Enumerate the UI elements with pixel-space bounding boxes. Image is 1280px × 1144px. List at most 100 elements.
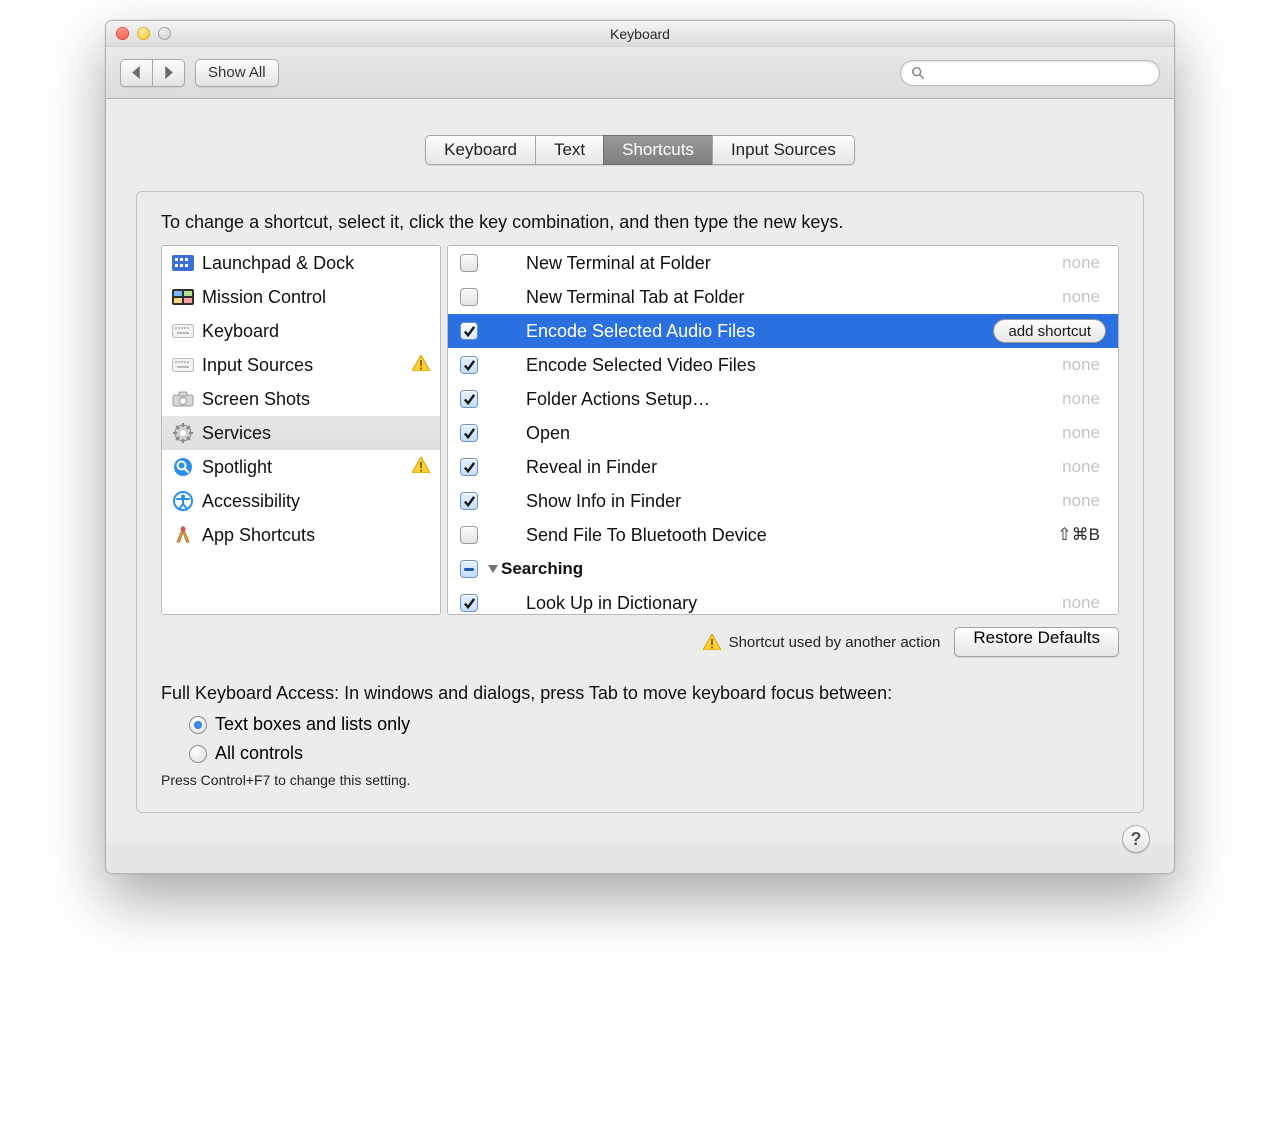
fka-hint: Press Control+F7 to change this setting. xyxy=(161,772,1119,788)
radio-label: All controls xyxy=(215,743,303,764)
tab-text[interactable]: Text xyxy=(535,135,603,165)
shortcut-label: Show Info in Finder xyxy=(488,491,1052,512)
accessibility-icon xyxy=(172,491,194,511)
category-input-sources[interactable]: Input Sources xyxy=(162,348,440,382)
category-services[interactable]: Services xyxy=(162,416,440,450)
fka-label: Full Keyboard Access: In windows and dia… xyxy=(161,683,1119,704)
shortcut-item-encode-selected-video-files[interactable]: Encode Selected Video Files none xyxy=(448,348,1118,382)
category-label: App Shortcuts xyxy=(202,525,315,546)
shortcut-item-open[interactable]: Opennone xyxy=(448,416,1118,450)
category-accessibility[interactable]: Accessibility xyxy=(162,484,440,518)
category-screen-shots[interactable]: Screen Shots xyxy=(162,382,440,416)
shortcut-value: none xyxy=(1062,593,1106,613)
shortcut-label: Encode Selected Video Files xyxy=(488,355,1052,376)
shortcut-list[interactable]: New Terminal at FoldernoneNew Terminal T… xyxy=(447,245,1119,615)
window-body: KeyboardTextShortcutsInput Sources To ch… xyxy=(106,99,1174,843)
fka-radio-text-boxes-and-lists-only[interactable]: Text boxes and lists only xyxy=(189,714,1119,735)
checkbox-on[interactable] xyxy=(460,458,478,476)
tab-bar: KeyboardTextShortcutsInput Sources xyxy=(136,135,1144,165)
shortcut-value: none xyxy=(1062,355,1106,375)
shortcut-item-reveal-in-finder[interactable]: Reveal in Finder none xyxy=(448,450,1118,484)
shortcut-label: Open xyxy=(488,423,1052,444)
category-keyboard[interactable]: Keyboard xyxy=(162,314,440,348)
shortcut-group-searching[interactable]: Searching xyxy=(448,552,1118,586)
radio-button[interactable] xyxy=(189,745,207,763)
shortcut-item-new-terminal-tab-at-folder[interactable]: New Terminal Tab at Foldernone xyxy=(448,280,1118,314)
warning-icon xyxy=(703,634,721,650)
back-button[interactable] xyxy=(120,59,152,87)
checkbox-on[interactable] xyxy=(460,322,478,340)
shortcut-item-look-up-in-dictionary[interactable]: Look Up in Dictionary none xyxy=(448,586,1118,615)
category-spotlight[interactable]: Spotlight xyxy=(162,450,440,484)
gear-icon xyxy=(172,423,194,443)
category-label: Screen Shots xyxy=(202,389,310,410)
shortcut-label: New Terminal at Folder xyxy=(488,253,1052,274)
group-disclosure[interactable]: Searching xyxy=(488,559,583,579)
shortcut-value: none xyxy=(1062,491,1106,511)
spotlight-icon xyxy=(172,457,194,477)
category-app-shortcuts[interactable]: App Shortcuts xyxy=(162,518,440,552)
mission-icon xyxy=(172,287,194,307)
warning-icon xyxy=(412,355,430,376)
checkbox-on[interactable] xyxy=(460,492,478,510)
tab-shortcuts[interactable]: Shortcuts xyxy=(603,135,712,165)
conflict-note: Shortcut used by another action xyxy=(703,634,941,651)
forward-button[interactable] xyxy=(152,59,185,87)
shortcut-label: Folder Actions Setup… xyxy=(488,389,1052,410)
instruction-text: To change a shortcut, select it, click t… xyxy=(161,212,1119,233)
keyboard-icon xyxy=(172,355,194,375)
shortcut-item-encode-selected-audio-files[interactable]: Encode Selected Audio Filesadd shortcut xyxy=(448,314,1118,348)
prefs-window: Keyboard Show All KeyboardTextShortcutsI… xyxy=(105,20,1175,874)
category-mission-control[interactable]: Mission Control xyxy=(162,280,440,314)
shortcut-value: none xyxy=(1062,253,1106,273)
toolbar: Show All xyxy=(106,47,1174,99)
add-shortcut-button[interactable]: add shortcut xyxy=(993,319,1106,343)
launchpad-icon xyxy=(172,253,194,273)
window-title: Keyboard xyxy=(106,26,1174,42)
checkbox-off[interactable] xyxy=(460,526,478,544)
category-label: Services xyxy=(202,423,271,444)
shortcut-item-new-terminal-at-folder[interactable]: New Terminal at Folder none xyxy=(448,246,1118,280)
shortcut-label: Reveal in Finder xyxy=(488,457,1052,478)
tab-input-sources[interactable]: Input Sources xyxy=(712,135,855,165)
chevron-down-icon xyxy=(488,565,498,573)
fka-radio-all-controls[interactable]: All controls xyxy=(189,743,1119,764)
shortcuts-panel: To change a shortcut, select it, click t… xyxy=(136,191,1144,813)
radio-button[interactable] xyxy=(189,716,207,734)
shortcut-value: none xyxy=(1062,457,1106,477)
checkbox-on[interactable] xyxy=(460,594,478,612)
category-launchpad-dock[interactable]: Launchpad & Dock xyxy=(162,246,440,280)
camera-icon xyxy=(172,389,194,409)
category-label: Keyboard xyxy=(202,321,279,342)
titlebar: Keyboard xyxy=(106,21,1174,47)
tab-keyboard[interactable]: Keyboard xyxy=(425,135,535,165)
checkbox-mixed[interactable] xyxy=(460,560,478,578)
app-icon xyxy=(172,525,194,545)
search-field[interactable] xyxy=(900,60,1160,86)
shortcut-item-show-info-in-finder[interactable]: Show Info in Finder none xyxy=(448,484,1118,518)
checkbox-on[interactable] xyxy=(460,424,478,442)
help-button[interactable]: ? xyxy=(1122,825,1150,853)
shortcut-item-send-file-to-bluetooth-device[interactable]: Send File To Bluetooth Device ⇧⌘B xyxy=(448,518,1118,552)
shortcut-value: ⇧⌘B xyxy=(1057,525,1106,545)
fka-radio-group: Text boxes and lists only All controls xyxy=(189,714,1119,764)
shortcut-label: Send File To Bluetooth Device xyxy=(488,525,1047,546)
shortcut-item-folder-actions-setup-[interactable]: Folder Actions Setup…none xyxy=(448,382,1118,416)
checkbox-on[interactable] xyxy=(460,356,478,374)
warning-icon xyxy=(412,457,430,478)
checkbox-on[interactable] xyxy=(460,390,478,408)
checkbox-off[interactable] xyxy=(460,254,478,272)
restore-defaults-button[interactable]: Restore Defaults xyxy=(954,627,1119,657)
show-all-button[interactable]: Show All xyxy=(195,59,279,87)
checkbox-off[interactable] xyxy=(460,288,478,306)
shortcut-label: Look Up in Dictionary xyxy=(488,593,1052,614)
search-input[interactable] xyxy=(931,65,1149,80)
shortcut-value: none xyxy=(1062,287,1106,307)
keyboard-icon xyxy=(172,321,194,341)
category-label: Spotlight xyxy=(202,457,272,478)
nav-back-forward xyxy=(120,59,185,87)
category-label: Launchpad & Dock xyxy=(202,253,354,274)
category-label: Input Sources xyxy=(202,355,313,376)
category-list[interactable]: Launchpad & Dock Mission Control Keyboard I… xyxy=(161,245,441,615)
category-label: Accessibility xyxy=(202,491,300,512)
